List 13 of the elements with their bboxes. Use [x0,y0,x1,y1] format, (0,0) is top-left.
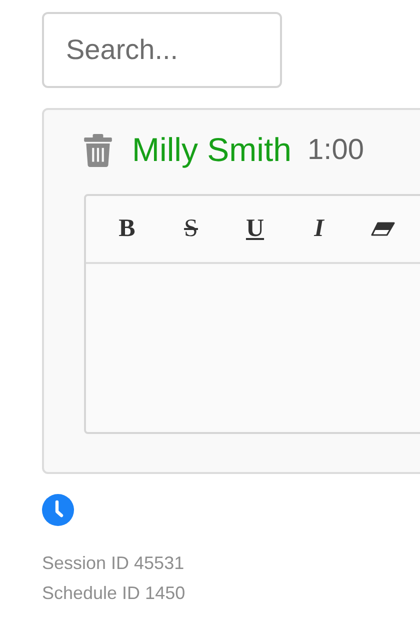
person-name: Milly Smith [132,131,292,169]
italic-button[interactable]: I [290,207,348,251]
id-text: Session ID 45531 [42,552,186,575]
search-field[interactable]: Search... [42,12,282,88]
text-editor[interactable]: B S U I [84,194,420,434]
bold-button[interactable]: B [98,207,156,251]
id-text: Schedule ID 1450 [42,582,186,605]
duration-text: 1:00 [308,134,364,166]
clock-icon[interactable] [42,494,74,526]
eraser-icon [371,222,395,236]
strikethrough-button[interactable]: S [162,207,220,251]
trash-icon[interactable] [84,134,112,166]
underline-button[interactable]: U [226,207,284,251]
